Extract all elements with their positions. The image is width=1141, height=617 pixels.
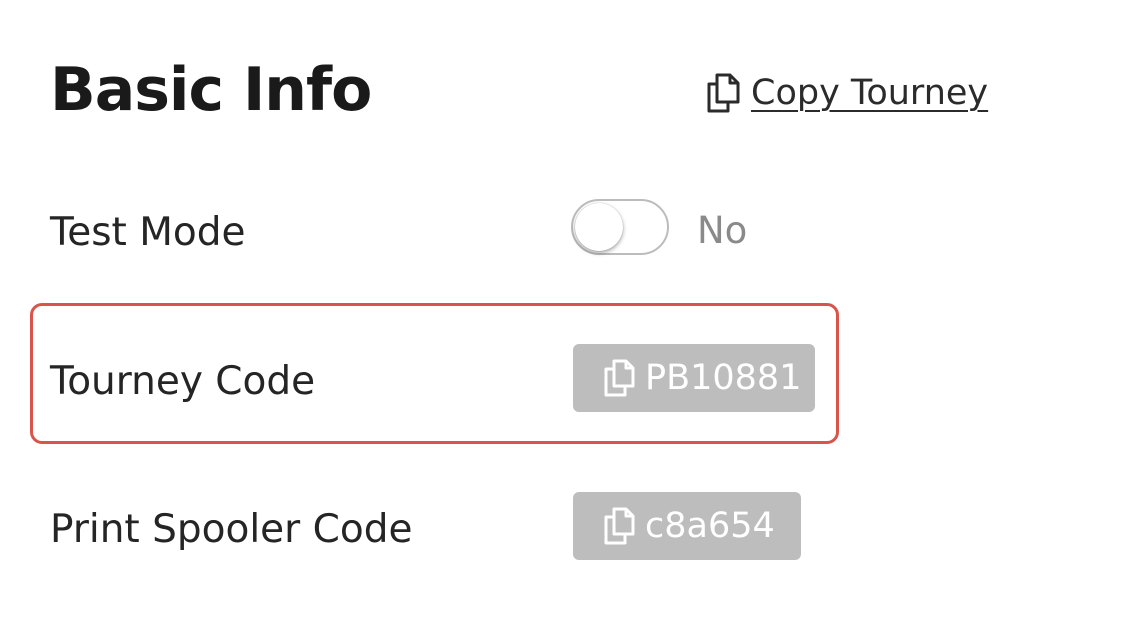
copy-icon [703, 72, 743, 114]
copy-tourney-link[interactable]: Copy Tourney [703, 72, 988, 114]
print-spooler-code-value: c8a654 [645, 506, 775, 546]
print-spooler-code-label: Print Spooler Code [50, 507, 413, 552]
tourney-code-label: Tourney Code [50, 359, 316, 404]
test-mode-label: Test Mode [50, 210, 246, 255]
tourney-code-copy-button[interactable]: PB10881 [573, 344, 815, 412]
copy-tourney-label: Copy Tourney [751, 73, 989, 113]
toggle-knob [575, 203, 623, 251]
copy-icon [601, 358, 639, 398]
copy-icon [601, 506, 639, 546]
section-title: Basic Info [50, 55, 372, 125]
tourney-code-value: PB10881 [645, 358, 802, 398]
test-mode-toggle[interactable] [571, 199, 669, 255]
test-mode-state: No [697, 209, 748, 252]
print-spooler-code-copy-button[interactable]: c8a654 [573, 492, 801, 560]
